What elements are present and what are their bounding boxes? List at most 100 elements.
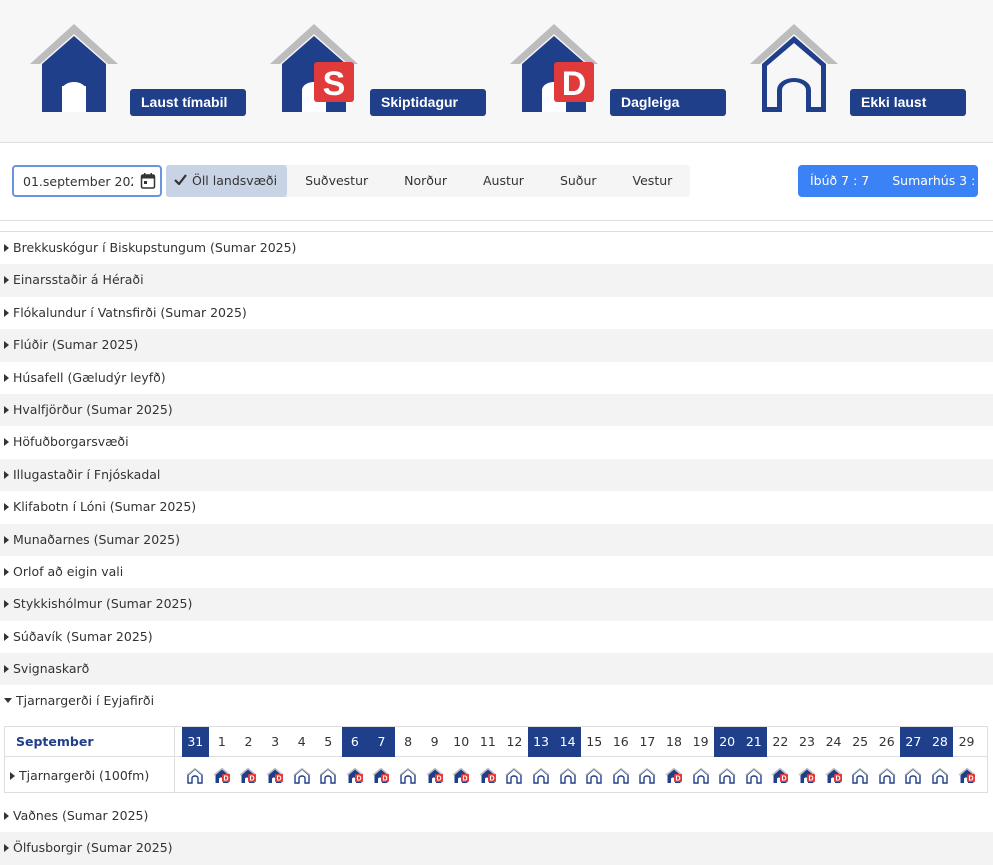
house-unavailable-icon [399,767,417,784]
location-name: Einarsstaðir á Héraði [13,272,144,288]
location-row[interactable]: Einarsstaðir á Héraði [0,264,993,297]
caret-right-icon [4,244,9,252]
location-name: Stykkishólmur (Sumar 2025) [13,596,193,612]
house-unavailable-icon [692,767,709,784]
calendar-row: Tjarnargerði (100fm) D D D D D D D D D D D D D [5,758,987,793]
day-header: 10 [453,734,470,749]
region-label: Vestur [632,173,673,188]
day-header: 1 [217,734,226,749]
house-dayrent-icon: D [373,767,390,783]
day-cell[interactable] [182,758,209,793]
location-row[interactable]: Brekkuskógur í Biskupstungum (Sumar 2025… [0,232,993,264]
day-cell[interactable] [554,758,581,793]
day-cell[interactable] [395,758,422,793]
availability-counts[interactable]: Íbúð 7 : 7 Sumarhús 3 : 7 [798,165,987,197]
house-unavailable-icon [612,767,630,784]
day-header: 28 [926,727,954,757]
date-input[interactable]: 01.september 2025 [12,165,162,197]
location-name: Svignaskarð [13,661,90,677]
day-cell[interactable] [288,758,315,793]
house-dayrent-icon: D [452,767,470,783]
day-cell[interactable] [714,758,741,793]
legend-label: Ekki laust [850,89,966,116]
day-cell[interactable] [581,758,608,793]
house-unavailable-icon [904,767,922,784]
location-row[interactable]: Flúðir (Sumar 2025) [0,329,993,362]
day-cell[interactable] [501,758,528,793]
location-row[interactable]: Vaðnes (Sumar 2025) [0,800,993,832]
svg-text:D: D [675,776,680,783]
location-row[interactable]: Höfuðborgarsvæði [0,426,993,458]
house-unavailable-icon [851,767,869,784]
house-unavailable-icon [585,767,603,784]
day-cell[interactable] [634,758,661,793]
day-cell[interactable]: D [475,758,502,793]
day-cell[interactable]: D [661,758,688,793]
house-unavailable-icon [750,24,838,112]
day-cell[interactable]: D [262,758,289,793]
day-cell[interactable]: D [820,758,847,793]
region-4[interactable]: Suður [542,165,615,197]
day-cell[interactable] [847,758,874,793]
day-header: 18 [666,734,682,749]
legend: Laust tímabil S Skiptidagur D Dagleiga E… [0,0,993,143]
day-header: 25 [852,734,869,749]
house-unavailable-icon [319,767,337,784]
location-row[interactable]: Svignaskarð [0,653,993,686]
house-dayrent-icon: D [240,767,257,783]
day-cell[interactable]: D [421,758,448,793]
legend-label: Skiptidagur [370,89,486,116]
location-row[interactable]: Stykkishólmur (Sumar 2025) [0,588,993,621]
day-header: 8 [404,734,413,749]
location-row[interactable]: Orlof að eigin vali [0,556,993,588]
day-cell[interactable]: D [448,758,475,793]
house-unavailable-icon [718,767,736,784]
region-3[interactable]: Austur [465,165,542,197]
caret-right-icon [4,470,9,479]
day-headers: 31 1 2 3 4 5 6 7 8 9 10 11 12 13 14 15 16 17 18 19 20 21 22 23 2… [182,727,980,757]
location-row[interactable]: Munaðarnes (Sumar 2025) [0,523,993,556]
location-row[interactable]: Flókalundur í Vatnsfirði (Sumar 2025) [0,297,993,329]
day-cell[interactable]: D [767,758,794,793]
day-cell[interactable] [608,758,635,793]
caret-right-icon [4,438,9,447]
day-header: 4 [297,734,306,749]
location-row[interactable]: Súðavík (Sumar 2025) [0,621,993,653]
day-cell[interactable] [528,758,555,793]
house-dayrent-icon: D [771,767,789,783]
day-header: 16 [612,734,629,749]
region-label: Norður [404,173,447,188]
location-name: Vaðnes (Sumar 2025) [13,808,149,823]
unit-name[interactable]: Tjarnargerði (100fm) [5,758,175,793]
house-dayrent-icon: D [479,767,497,783]
location-name: Brekkuskógur í Biskupstungum (Sumar 2025… [13,240,297,255]
calendar-icon[interactable] [140,172,156,190]
region-2[interactable]: Norður [386,165,465,197]
day-cell[interactable]: D [342,758,369,793]
day-cell[interactable] [927,758,954,793]
day-cell[interactable] [740,758,767,793]
region-1[interactable]: Suðvestur [287,165,386,197]
day-cell[interactable]: D [794,758,821,793]
caret-right-icon [4,600,9,609]
house-unavailable-icon [506,767,523,784]
day-cell[interactable] [900,758,927,793]
location-row[interactable]: Ölfusborgir (Sumar 2025) [0,832,993,865]
day-cell[interactable] [873,758,900,793]
day-cell[interactable]: D [953,758,980,793]
caret-right-icon [4,373,9,382]
region-5[interactable]: Vestur [615,165,691,197]
day-cell[interactable]: D [209,758,236,793]
day-cell[interactable]: D [235,758,262,793]
region-0[interactable]: Öll landsvæði [166,165,288,197]
location-row[interactable]: Tjarnargerði í Eyjafirði [0,685,993,717]
day-cell[interactable] [315,758,342,793]
location-row[interactable]: Húsafell (Gæludýr leyfð) [0,362,993,394]
day-cell[interactable]: D [368,758,395,793]
location-row[interactable]: Hvalfjörður (Sumar 2025) [0,393,993,427]
location-row[interactable]: Klifabotn í Lóni (Sumar 2025) [0,491,993,523]
location-row[interactable]: Illugastaðir í Fnjóskadal [0,458,993,492]
day-cell[interactable] [687,758,714,793]
house-unavailable-icon [745,767,763,784]
location-list-after: Vaðnes (Sumar 2025) Ölfusborgir (Sumar 20… [0,800,993,865]
